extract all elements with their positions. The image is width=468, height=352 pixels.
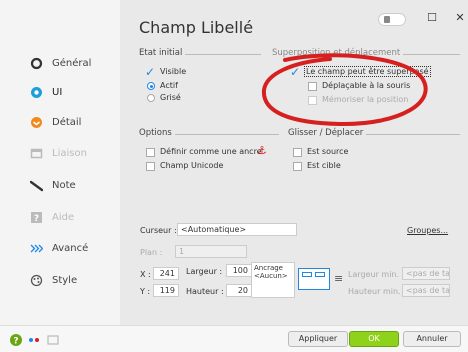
sidebar-item-label: Détail xyxy=(52,116,82,128)
superposition-title: Superposition et déplacement xyxy=(272,48,404,58)
eye-icon xyxy=(30,86,43,99)
superpose-check-icon[interactable]: ✓ xyxy=(290,66,300,78)
glisser-title: Glisser / Déplacer xyxy=(288,128,367,138)
link-icon xyxy=(30,147,43,160)
pen-icon xyxy=(29,179,44,192)
anchor-preview[interactable] xyxy=(298,268,330,290)
ancre-label: Définir comme une ancre xyxy=(160,147,262,156)
circle-icon xyxy=(30,57,43,70)
sidebar-item-label: Aide xyxy=(52,211,75,223)
grise-radio[interactable] xyxy=(147,94,155,102)
hauteur-label: Hauteur : xyxy=(186,287,224,296)
lock-toggle[interactable] xyxy=(378,13,406,26)
apply-button[interactable]: Appliquer xyxy=(288,331,348,347)
largeur-label: Largeur : xyxy=(186,267,223,276)
visible-check-icon[interactable]: ✓ xyxy=(145,66,155,78)
sidebar-item-label: Avancé xyxy=(52,242,89,254)
etat-initial-title: Etat initial xyxy=(139,48,186,58)
y-field[interactable]: 119 xyxy=(153,284,179,297)
unicode-label: Champ Unicode xyxy=(160,161,224,170)
lock-icon xyxy=(384,16,390,23)
sidebar-item-label: UI xyxy=(52,86,63,98)
cible-label: Est cible xyxy=(307,161,341,170)
svg-text:?: ? xyxy=(13,337,18,347)
largeur-min-label: Largeur min. : xyxy=(348,270,405,279)
help-icon: ? xyxy=(30,211,43,224)
unicode-checkbox[interactable] xyxy=(146,162,155,171)
dialog-title: Champ Libellé xyxy=(139,18,254,37)
main-panel: Champ Libellé ☐ ✕ Etat initial ✓ Visible… xyxy=(120,0,468,325)
ok-button[interactable]: OK xyxy=(349,331,399,347)
detail-icon xyxy=(30,116,43,129)
sidebar-item-avance[interactable]: Avancé xyxy=(30,240,88,256)
sidebar-item-liaison[interactable]: Liaison xyxy=(30,145,87,161)
share-icon[interactable] xyxy=(28,334,40,346)
memoriser-checkbox[interactable] xyxy=(308,96,317,105)
bottom-bar: ? Appliquer OK Annuler xyxy=(0,325,468,352)
anchor-icon: ⚓ xyxy=(257,144,267,157)
sidebar-item-label: Liaison xyxy=(52,147,87,159)
hauteur-min-label: Hauteur min. : xyxy=(348,287,406,296)
options-title: Options xyxy=(139,128,175,138)
ancre-checkbox[interactable] xyxy=(146,148,155,157)
sidebar-item-label: Note xyxy=(52,179,76,191)
plan-label: Plan : xyxy=(140,248,163,257)
sidebar-item-label: Général xyxy=(52,57,92,69)
x-field[interactable]: 241 xyxy=(153,267,179,280)
x-label: X : xyxy=(140,270,151,279)
superpose-label: Le champ peut être superposé xyxy=(304,66,431,77)
sidebar: Général UI Détail Liaison Note ? Aide Av… xyxy=(0,0,120,325)
y-label: Y : xyxy=(140,287,151,296)
hauteur-field[interactable]: 20 xyxy=(226,284,252,297)
sidebar-item-detail[interactable]: Détail xyxy=(30,114,81,130)
ancrage-value: <Aucun> xyxy=(254,272,288,280)
help-circle-icon[interactable]: ? xyxy=(10,334,22,347)
source-checkbox[interactable] xyxy=(293,148,302,157)
close-button[interactable]: ✕ xyxy=(453,11,467,25)
deplacable-checkbox[interactable] xyxy=(308,82,317,91)
menu-icon[interactable]: ≡ xyxy=(334,272,343,285)
largeur-field[interactable]: 100 xyxy=(226,264,252,277)
ancrage-box[interactable]: Ancrage <Aucun> xyxy=(251,262,295,298)
visible-label: Visible xyxy=(160,67,187,76)
cancel-button[interactable]: Annuler xyxy=(403,331,461,347)
memoriser-label: Mémoriser la position xyxy=(322,95,409,104)
sidebar-item-note[interactable]: Note xyxy=(29,177,76,193)
document-icon[interactable] xyxy=(47,334,59,346)
chevrons-icon xyxy=(30,242,44,255)
sidebar-item-general[interactable]: Général xyxy=(30,55,91,71)
grise-label: Grisé xyxy=(160,93,181,102)
cible-checkbox[interactable] xyxy=(293,162,302,171)
curseur-label: Curseur : xyxy=(140,226,177,235)
sidebar-item-style[interactable]: Style xyxy=(30,272,77,288)
svg-text:?: ? xyxy=(34,214,39,224)
plan-field[interactable]: 1 xyxy=(175,245,247,258)
source-label: Est source xyxy=(307,147,349,156)
curseur-select[interactable]: <Automatique> xyxy=(177,223,297,236)
groupes-button[interactable]: Groupes... xyxy=(407,226,448,235)
maximize-button[interactable]: ☐ xyxy=(425,11,439,25)
largeur-min-field[interactable]: <pas de ta xyxy=(402,267,450,280)
palette-icon xyxy=(30,274,43,287)
sidebar-item-label: Style xyxy=(52,274,78,286)
sidebar-item-aide[interactable]: ? Aide xyxy=(30,209,74,225)
hauteur-min-field[interactable]: <pas de ta xyxy=(402,284,450,297)
sidebar-item-ui[interactable]: UI xyxy=(30,84,62,100)
dialog-window: Général UI Détail Liaison Note ? Aide Av… xyxy=(0,0,468,352)
deplacable-label: Déplaçable à la souris xyxy=(322,81,411,90)
actif-label: Actif xyxy=(160,81,178,90)
ancrage-label: Ancrage xyxy=(254,264,283,272)
actif-radio[interactable] xyxy=(147,82,155,90)
